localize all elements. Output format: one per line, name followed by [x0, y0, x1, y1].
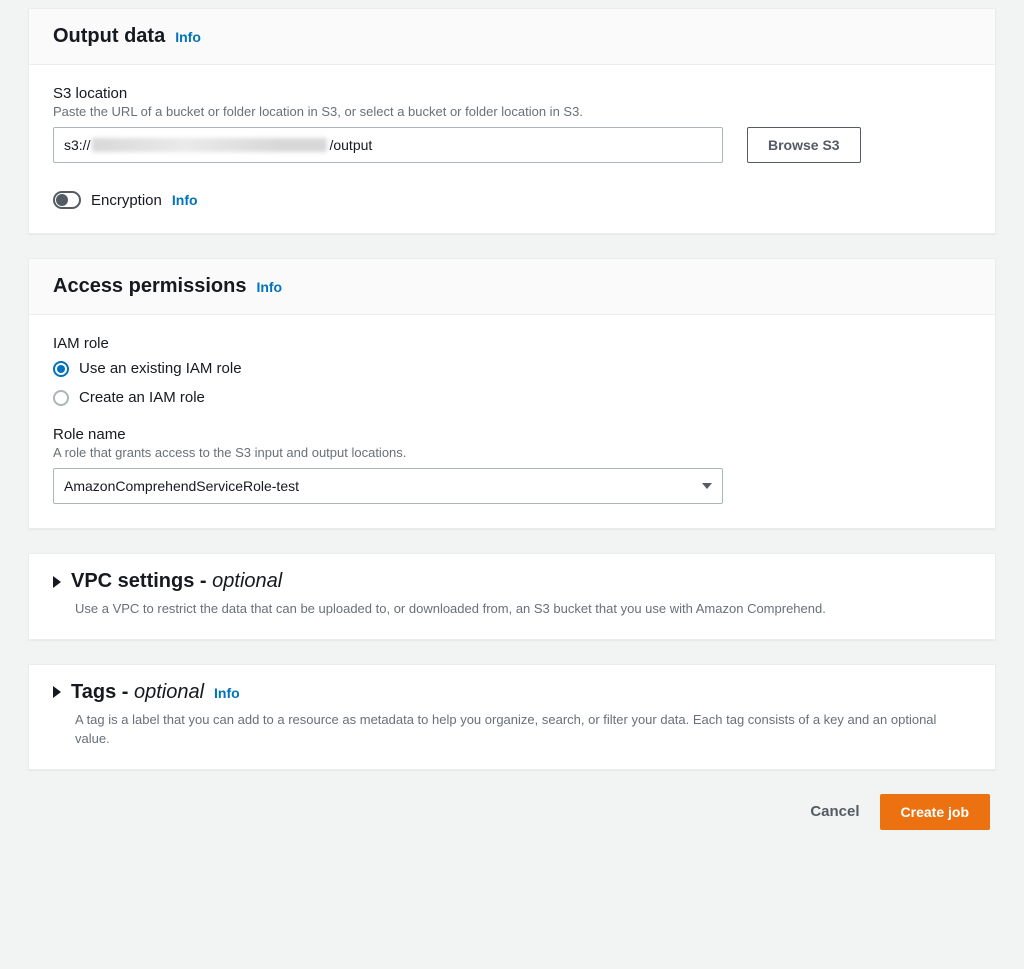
cancel-button[interactable]: Cancel — [810, 803, 859, 820]
encryption-row: Encryption Info — [53, 191, 971, 209]
s3-suffix-text: /output — [329, 137, 372, 153]
output-data-info-link[interactable]: Info — [175, 29, 201, 45]
role-name-section: Role name A role that grants access to t… — [53, 426, 971, 504]
vpc-settings-title: VPC settings - optional — [71, 570, 282, 593]
output-data-header: Output data Info — [29, 9, 995, 65]
caret-down-icon — [702, 483, 712, 489]
radio-unselected-icon — [53, 390, 69, 406]
encryption-toggle[interactable] — [53, 191, 81, 209]
radio-existing-iam[interactable]: Use an existing IAM role — [53, 360, 971, 377]
iam-role-label: IAM role — [53, 335, 971, 352]
caret-right-icon — [53, 576, 61, 588]
s3-location-desc: Paste the URL of a bucket or folder loca… — [53, 104, 971, 119]
radio-existing-label: Use an existing IAM role — [79, 360, 242, 377]
radio-create-label: Create an IAM role — [79, 389, 205, 406]
output-data-body: S3 location Paste the URL of a bucket or… — [29, 65, 995, 233]
s3-location-input[interactable]: s3:// /output — [53, 127, 723, 163]
vpc-title-optional: optional — [212, 570, 282, 592]
tags-section: Tags - optional Info A tag is a label th… — [28, 664, 996, 770]
role-name-label: Role name — [53, 426, 971, 443]
tags-info-link[interactable]: Info — [214, 685, 240, 701]
encryption-info-link[interactable]: Info — [172, 192, 198, 208]
caret-right-icon — [53, 686, 61, 698]
create-job-button[interactable]: Create job — [880, 794, 990, 830]
s3-prefix-text: s3:// — [64, 137, 90, 153]
radio-selected-icon — [53, 361, 69, 377]
vpc-settings-section: VPC settings - optional Use a VPC to res… — [28, 553, 996, 640]
tags-title: Tags - optional — [71, 681, 204, 704]
role-name-select[interactable]: AmazonComprehendServiceRole-test — [53, 468, 723, 504]
s3-input-row: s3:// /output Browse S3 — [53, 127, 971, 163]
iam-role-radio-group: Use an existing IAM role Create an IAM r… — [53, 360, 971, 406]
access-permissions-body: IAM role Use an existing IAM role Create… — [29, 315, 995, 528]
toggle-knob-icon — [56, 194, 68, 206]
s3-location-label: S3 location — [53, 85, 971, 102]
tags-header[interactable]: Tags - optional Info — [53, 681, 971, 704]
vpc-settings-desc: Use a VPC to restrict the data that can … — [75, 599, 971, 619]
footer-actions: Cancel Create job — [28, 794, 996, 830]
output-data-title: Output data — [53, 25, 165, 48]
access-permissions-title: Access permissions — [53, 275, 246, 298]
s3-redacted-segment — [92, 138, 327, 152]
vpc-settings-header[interactable]: VPC settings - optional — [53, 570, 971, 593]
browse-s3-button[interactable]: Browse S3 — [747, 127, 861, 163]
tags-title-prefix: Tags - — [71, 681, 134, 703]
tags-desc: A tag is a label that you can add to a r… — [75, 710, 971, 749]
role-name-value: AmazonComprehendServiceRole-test — [64, 478, 299, 494]
output-data-panel: Output data Info S3 location Paste the U… — [28, 8, 996, 234]
radio-create-iam[interactable]: Create an IAM role — [53, 389, 971, 406]
access-permissions-header: Access permissions Info — [29, 259, 995, 315]
tags-title-optional: optional — [134, 681, 204, 703]
role-name-desc: A role that grants access to the S3 inpu… — [53, 445, 971, 460]
vpc-title-prefix: VPC settings - — [71, 570, 212, 592]
access-permissions-panel: Access permissions Info IAM role Use an … — [28, 258, 996, 529]
access-permissions-info-link[interactable]: Info — [256, 279, 282, 295]
encryption-label: Encryption — [91, 192, 162, 209]
